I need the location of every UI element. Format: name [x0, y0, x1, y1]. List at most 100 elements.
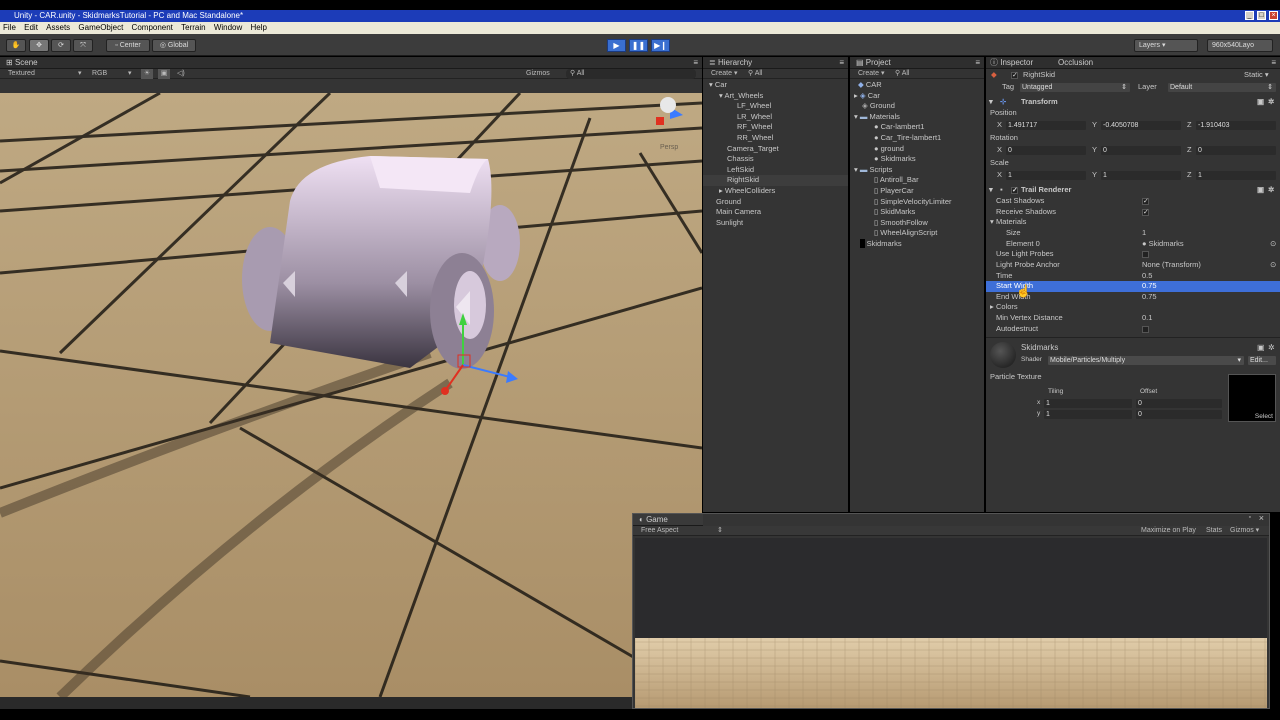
asset-item[interactable]: ▾ ▬ Scripts [850, 165, 984, 176]
shading-dropdown[interactable]: Textured [8, 69, 35, 79]
layers-dropdown[interactable]: Layers ▾ [1134, 39, 1198, 52]
hierarchy-search-input[interactable]: ⚲ All [748, 69, 762, 79]
texture-select-button[interactable]: Select [1255, 413, 1273, 420]
shader-dropdown[interactable]: Mobile/Particles/Multiply ▾ [1048, 356, 1244, 365]
close-button[interactable]: × [1269, 11, 1278, 20]
tree-item[interactable]: ▾ Car [703, 80, 848, 91]
image-toggle-icon[interactable]: ▣ [158, 69, 170, 79]
game-viewport[interactable] [635, 538, 1267, 708]
asset-item[interactable]: ▯ Antiroll_Bar [850, 175, 984, 186]
settings-gear-icon[interactable]: ✲ [1268, 97, 1274, 108]
scale-z-field[interactable]: 1 [1196, 171, 1276, 180]
tree-item[interactable]: RF_Wheel [703, 122, 848, 133]
step-button[interactable]: ▶❙ [651, 39, 670, 52]
scale-tool-icon[interactable]: ⤧ [73, 39, 93, 52]
element0-field[interactable]: ● Skidmarks [1142, 239, 1184, 250]
rotation-z-field[interactable]: 0 [1196, 146, 1276, 155]
occlusion-tab[interactable]: Occlusion [1058, 57, 1093, 69]
aspect-dropdown[interactable]: Free Aspect [641, 526, 678, 536]
scale-x-field[interactable]: 1 [1006, 171, 1086, 180]
settings-gear-icon[interactable]: ✲ [1268, 343, 1275, 354]
rotation-y-field[interactable]: 0 [1101, 146, 1181, 155]
asset-item[interactable]: ▯ PlayerCar [850, 186, 984, 197]
time-field[interactable]: 0.5 [1142, 271, 1152, 282]
materials-foldout[interactable]: Materials [996, 217, 1026, 228]
help-icon[interactable]: ▣ [1257, 97, 1264, 108]
tree-item[interactable]: ▾ Art_Wheels [703, 91, 848, 102]
tree-item[interactable]: RR_Wheel [703, 133, 848, 144]
pause-button[interactable]: ❚❚ [629, 39, 648, 52]
tiling-x-field[interactable]: 1 [1044, 399, 1132, 408]
asset-item[interactable]: ● Car-lambert1 [850, 122, 984, 133]
min-vertex-field[interactable]: 0.1 [1142, 313, 1152, 324]
asset-item[interactable]: ■ Skidmarks [850, 238, 984, 250]
tree-item[interactable]: Chassis [703, 154, 848, 165]
gizmos-dropdown[interactable]: Gizmos [526, 69, 550, 79]
asset-item[interactable]: ▯ SmoothFollow [850, 218, 984, 229]
scale-y-field[interactable]: 1 [1101, 171, 1181, 180]
tree-item[interactable]: Sunlight [703, 218, 848, 229]
object-picker-icon[interactable]: ⊙ [1270, 239, 1276, 250]
tree-item[interactable]: Ground [703, 197, 848, 208]
scene-tab[interactable]: ⊞ Scene ≡ [0, 57, 702, 69]
trail-renderer-header[interactable]: Trail Renderer [1021, 185, 1071, 196]
trail-enabled-checkbox[interactable]: ✓ [1011, 187, 1018, 194]
panel-menu-icon[interactable]: ≡ [839, 57, 844, 69]
panel-menu-icon[interactable]: ≡ [1271, 57, 1276, 69]
space-toggle[interactable]: ◎ Global [152, 39, 196, 52]
texture-slot[interactable]: Select [1228, 374, 1276, 422]
move-tool-icon[interactable]: ✥ [29, 39, 49, 52]
asset-item[interactable]: ◆ CAR [850, 80, 984, 91]
edit-shader-button[interactable]: Edit... [1248, 356, 1276, 365]
asset-item[interactable]: ▯ WheelAlignScript [850, 228, 984, 239]
settings-gear-icon[interactable]: ✲ [1268, 185, 1274, 196]
tree-item[interactable]: LR_Wheel [703, 112, 848, 123]
use-light-probes-checkbox[interactable] [1142, 251, 1149, 258]
rotate-tool-icon[interactable]: ⟳ [51, 39, 71, 52]
asset-item[interactable]: ▯ SimpleVelocityLimiter [850, 197, 984, 208]
close-panel-icon[interactable]: × [1259, 513, 1264, 523]
asset-item[interactable]: ▸ ◈ Car [850, 91, 984, 102]
render-mode-dropdown[interactable]: RGB [92, 69, 107, 79]
panel-menu-icon[interactable]: ≡ [693, 57, 698, 69]
static-checkbox[interactable]: Static ▾ [1244, 70, 1269, 81]
asset-item[interactable]: ● Skidmarks [850, 154, 984, 165]
receive-shadows-checkbox[interactable]: ✓ [1142, 209, 1149, 216]
size-field[interactable]: 1 [1142, 228, 1146, 239]
tag-dropdown[interactable]: Untagged ⇕ [1020, 83, 1130, 92]
object-name-field[interactable]: RightSkid [1023, 70, 1055, 81]
scene-viewport[interactable]: Persp [0, 93, 702, 697]
asset-item[interactable]: ● ground [850, 144, 984, 155]
light-probe-anchor-field[interactable]: None (Transform) [1142, 260, 1201, 271]
panel-menu-icon[interactable]: ≡ [975, 57, 980, 69]
asset-item[interactable]: ▯ SkidMarks [850, 207, 984, 218]
help-icon[interactable]: ▣ [1257, 185, 1264, 196]
hierarchy-create-button[interactable]: Create [711, 70, 732, 77]
hand-tool-icon[interactable]: ✋ [6, 39, 26, 52]
asset-item[interactable]: ◈ Ground [850, 101, 984, 112]
tree-item[interactable]: Main Camera [703, 207, 848, 218]
colors-foldout[interactable]: Colors [996, 302, 1018, 313]
menu-terrain[interactable]: Terrain [181, 23, 205, 32]
lighting-toggle-icon[interactable]: ☀ [141, 69, 153, 79]
layer-dropdown[interactable]: Default ⇕ [1168, 83, 1276, 92]
menu-file[interactable]: File [3, 23, 16, 32]
tree-item[interactable]: Camera_Target [703, 144, 848, 155]
layout-dropdown[interactable]: 960x540Layo [1207, 39, 1273, 52]
project-tab[interactable]: ▤ Project ≡ [850, 57, 984, 69]
inspector-tab[interactable]: ⓘ Inspector [990, 57, 1033, 69]
minimize-button[interactable]: _ [1245, 11, 1254, 20]
project-create-button[interactable]: Create [858, 70, 879, 77]
offset-y-field[interactable]: 0 [1136, 410, 1222, 419]
position-x-field[interactable]: 1.491717 [1006, 121, 1086, 130]
tree-item-selected[interactable]: RightSkid [703, 175, 848, 186]
pivot-toggle[interactable]: ▫ Center [106, 39, 150, 52]
hierarchy-tab[interactable]: ≣ Hierarchy ≡ [703, 57, 848, 69]
gizmos-toggle[interactable]: Gizmos ▾ [1230, 526, 1259, 536]
autodestruct-checkbox[interactable] [1142, 326, 1149, 333]
audio-toggle-icon[interactable]: ◁) [177, 69, 185, 79]
game-tab[interactable]: ◐ Game [633, 514, 703, 526]
tree-item[interactable]: LeftSkid [703, 165, 848, 176]
tree-item[interactable]: ▸ WheelColliders [703, 186, 848, 197]
play-button[interactable]: ▶ [607, 39, 626, 52]
